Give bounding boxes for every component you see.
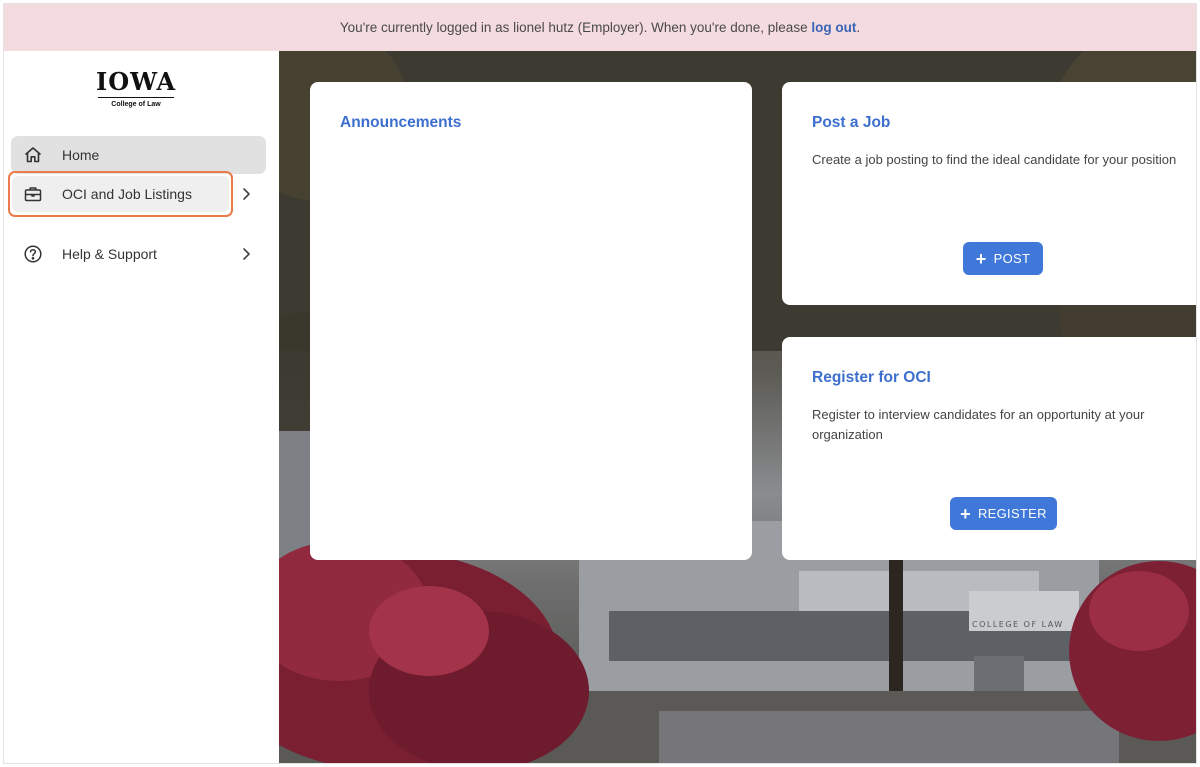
building-sign: COLLEGE OF LAW	[972, 620, 1064, 629]
logout-link[interactable]: log out	[811, 20, 856, 35]
sidebar-item-label: Home	[62, 147, 100, 163]
sidebar-item-oci-job-listings[interactable]: OCI and Job Listings	[8, 171, 266, 217]
post-job-card: Post a Job Create a job posting to find …	[782, 82, 1196, 305]
post-job-description: Create a job posting to find the ideal c…	[812, 152, 1177, 167]
logo-rule	[98, 97, 174, 98]
sidebar-item-label: OCI and Job Listings	[62, 186, 192, 202]
app-window: You're currently logged in as lionel hut…	[3, 3, 1197, 764]
logo-wordmark: IOWA	[96, 67, 177, 96]
sidebar: IOWA College of Law Home OCI and Job Lis…	[4, 51, 279, 763]
post-button-label: POST	[993, 251, 1031, 266]
register-button-label: REGISTER	[977, 506, 1047, 521]
register-oci-title: Register for OCI	[812, 369, 931, 386]
register-oci-description: Register to interview candidates for an …	[812, 407, 1145, 442]
iowa-law-logo[interactable]: IOWA College of Law	[96, 69, 176, 113]
chevron-right-icon[interactable]	[240, 246, 252, 262]
post-job-title: Post a Job	[812, 114, 891, 131]
plus-icon: +	[960, 503, 971, 524]
post-button[interactable]: + POST	[963, 242, 1043, 275]
banner-text: You're currently logged in as lionel hut…	[339, 20, 808, 35]
announcements-card: Announcements	[310, 82, 752, 560]
logo-subtitle: College of Law	[111, 101, 161, 108]
chevron-right-icon[interactable]	[240, 186, 252, 202]
announcements-title: Announcements	[340, 114, 462, 131]
sidebar-item-label: Help & Support	[62, 246, 157, 262]
help-circle-icon	[23, 244, 43, 264]
banner-suffix: .	[856, 20, 861, 35]
home-icon	[23, 145, 43, 165]
plus-icon: +	[975, 248, 987, 269]
register-oci-card: Register for OCI Register to interview c…	[782, 337, 1196, 560]
sidebar-item-help-support[interactable]: Help & Support	[11, 235, 266, 273]
briefcase-icon	[23, 184, 43, 204]
register-button[interactable]: + REGISTER	[950, 497, 1057, 530]
login-banner: You're currently logged in as lionel hut…	[4, 4, 1196, 51]
sidebar-item-home[interactable]: Home	[11, 136, 266, 174]
